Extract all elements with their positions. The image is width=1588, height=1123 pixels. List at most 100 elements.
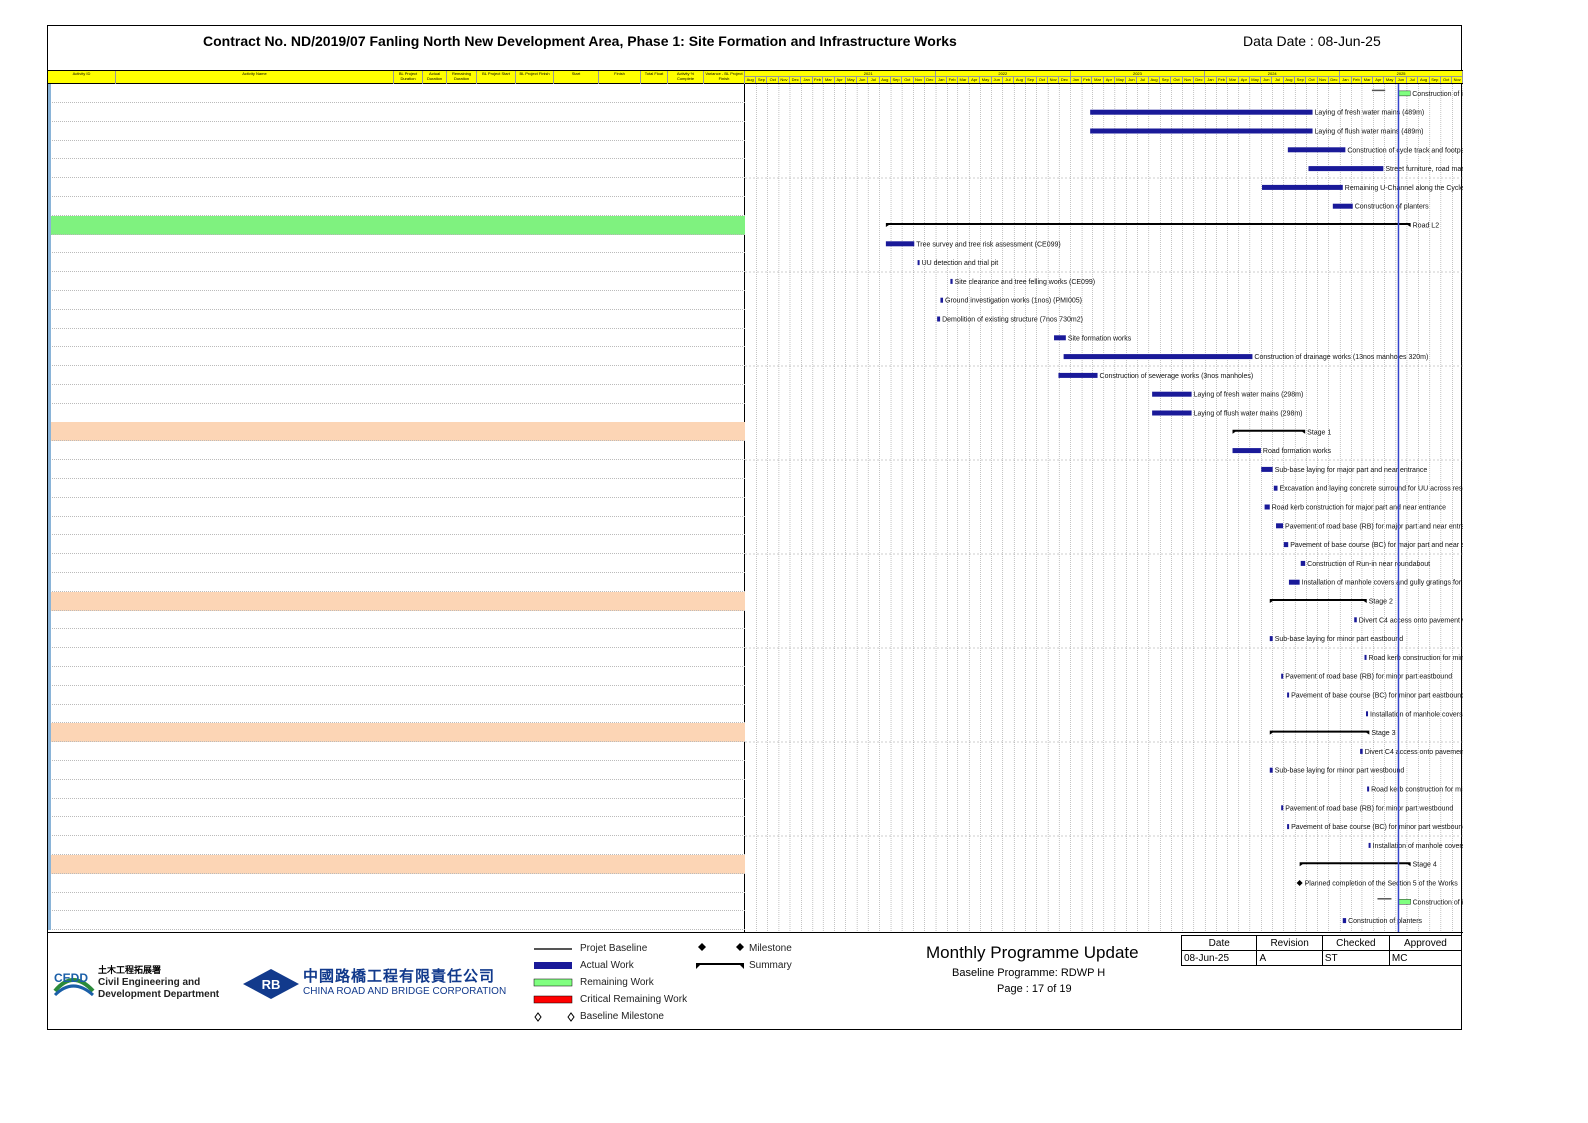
row-indicator xyxy=(48,422,51,442)
month-label: Jun xyxy=(1126,77,1138,83)
month-label: Apr xyxy=(835,77,846,83)
month-label: Nov xyxy=(779,77,790,83)
row-indicator xyxy=(48,309,51,329)
row-indicator xyxy=(48,591,51,611)
row-indicator xyxy=(48,384,51,404)
actual-bar xyxy=(917,260,920,266)
row-indicator xyxy=(48,516,51,536)
month-label: Oct xyxy=(1306,77,1318,83)
bar-label: Construction of sewerage works (3nos man… xyxy=(1100,373,1254,380)
bar-label: Pavement of base course (BC) for major p… xyxy=(1290,542,1463,549)
row-indicator xyxy=(48,779,51,799)
bar-label: Laying of fresh water mains (489m) xyxy=(1315,110,1425,117)
bar-label: Installation of manhole covers and gully… xyxy=(1302,580,1463,587)
table-row xyxy=(48,234,745,254)
milestone-marker xyxy=(1296,880,1303,886)
actual-bar xyxy=(1300,560,1306,566)
row-indicator xyxy=(48,911,51,931)
bar-label: Laying of flush water mains (298m) xyxy=(1194,411,1303,418)
data-date: Data Date : 08-Jun-25 xyxy=(1243,33,1381,49)
month-label: Nov xyxy=(914,77,925,83)
gantt-chart: Construction of irrigation syster Laying … xyxy=(745,84,1463,932)
bar-label: Pavement of base course (BC) for minor p… xyxy=(1291,693,1463,700)
cedd-abbr: CEDD xyxy=(54,971,89,985)
table-row xyxy=(48,441,745,461)
actual-bar xyxy=(1281,673,1284,679)
month-label: Sep xyxy=(1430,77,1441,83)
cedd-cn: 土木工程拓展署 xyxy=(98,965,162,975)
revision-table: Date Revision Checked Approved 08-Jun-25… xyxy=(1180,935,1463,966)
rev-revision: A xyxy=(1256,950,1323,966)
table-row xyxy=(48,347,745,367)
month-label: Jul xyxy=(1003,77,1015,83)
bar-label: Construction of irrigation syster xyxy=(1412,91,1463,98)
month-label: Apr xyxy=(969,77,981,83)
month-label: Feb xyxy=(1217,77,1228,83)
actual-bar xyxy=(1152,391,1192,397)
group-row xyxy=(48,854,745,874)
bar-label: Pavement of road base (RB) for major par… xyxy=(1285,523,1463,530)
col-activity-name: Activity Name xyxy=(116,71,394,84)
bar-label: Sub-base laying for minor part westbound xyxy=(1275,768,1405,775)
row-indicator xyxy=(48,328,51,348)
table-row xyxy=(48,704,745,724)
rev-date: 08-Jun-25 xyxy=(1180,950,1258,966)
month-label: Aug xyxy=(880,77,892,83)
row-indicator xyxy=(48,704,51,724)
table-row xyxy=(48,516,745,536)
row-indicator xyxy=(48,723,51,743)
row-indicator xyxy=(48,478,51,498)
row-indicator xyxy=(48,460,51,479)
table-row xyxy=(48,497,745,517)
bar-label: Demolition of existing structure (7nos 7… xyxy=(942,317,1083,324)
row-indicator xyxy=(48,535,51,555)
actual-bar xyxy=(937,316,941,322)
summary-bar xyxy=(1269,599,1367,603)
month-label: Oct xyxy=(1037,77,1049,83)
table-row xyxy=(48,817,745,837)
actual-bar xyxy=(1281,805,1284,811)
actual-bar xyxy=(1261,466,1273,472)
month-label: Oct xyxy=(767,77,779,83)
summary-bar xyxy=(885,223,1411,227)
crbc-logo: RB xyxy=(243,969,299,999)
rev-checked: ST xyxy=(1321,950,1390,966)
table-row xyxy=(48,892,745,912)
bar-label: Sub-base laying for minor part eastbound xyxy=(1275,636,1404,643)
row-indicator xyxy=(48,629,51,649)
legend-summary: Summary xyxy=(749,960,792,971)
bar-label: Construction of planters xyxy=(1348,918,1422,925)
table-row xyxy=(48,84,745,103)
bar-label: Pavement of base course (BC) for minor p… xyxy=(1291,824,1463,831)
actual-bar xyxy=(1368,842,1371,848)
month-label: Apr xyxy=(1104,77,1115,83)
row-indicator xyxy=(48,854,51,874)
table-row xyxy=(48,610,745,630)
bar-label: Installation of manhole covers and gully… xyxy=(1370,711,1463,718)
bar-label: Road formation works xyxy=(1263,448,1332,455)
col-start: Start xyxy=(554,71,599,84)
month-label: Mar xyxy=(823,77,835,83)
col-total-float: Total Float xyxy=(641,71,668,84)
col-pct-complete: Activity % Complete xyxy=(668,71,704,84)
table-row xyxy=(48,121,745,141)
table-row xyxy=(48,403,745,423)
month-label: Aug xyxy=(745,77,757,83)
table-row xyxy=(48,102,745,122)
row-indicator xyxy=(48,272,51,291)
crbc-abbr: RB xyxy=(262,977,281,992)
row-indicator xyxy=(48,140,51,160)
bar-label: Planned completion of the Section 5 of t… xyxy=(1305,881,1459,888)
bar-label: Construction of drainage works (13nos ma… xyxy=(1254,354,1428,361)
remaining-bar xyxy=(1398,899,1411,905)
table-row xyxy=(48,629,745,649)
month-label: Sep xyxy=(1026,77,1037,83)
bar-label: Divert C4 access onto pavement via eastb… xyxy=(1365,749,1463,756)
bar-label: Laying of fresh water mains (298m) xyxy=(1194,392,1304,399)
row-indicator xyxy=(48,441,51,461)
actual-bar xyxy=(1152,410,1192,416)
bar-label: Road kerb construction for minor part we… xyxy=(1371,787,1463,794)
crbc-en: CHINA ROAD AND BRIDGE CORPORATION xyxy=(303,986,507,997)
table-row xyxy=(48,572,745,592)
row-indicator xyxy=(48,347,51,367)
